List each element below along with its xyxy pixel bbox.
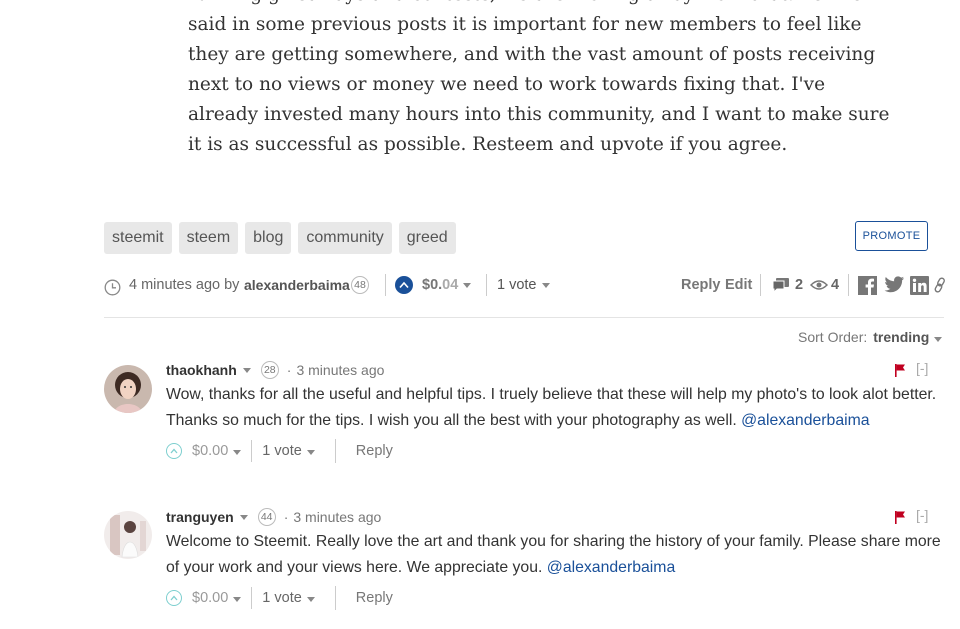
- chevron-down-icon: [233, 597, 242, 602]
- section-divider: [104, 317, 944, 318]
- payout-dropdown[interactable]: $0.00: [192, 443, 242, 459]
- flag-icon[interactable]: [894, 364, 906, 382]
- post-body-line: next to no views or money we need to wor…: [188, 74, 826, 95]
- divider: [486, 274, 487, 296]
- upvote-button[interactable]: [166, 443, 182, 459]
- chevron-down-icon: [934, 337, 943, 342]
- comment-footer: $0.00 1 vote Reply: [166, 439, 393, 463]
- comment-time[interactable]: 3 minutes ago: [293, 509, 381, 525]
- mention-link[interactable]: @alexanderbaima: [741, 412, 869, 429]
- facebook-icon[interactable]: [858, 273, 877, 297]
- comment: tranguyen 44 · 3 minutes ago [-] Welcome…: [104, 505, 949, 615]
- chevron-down-icon: [541, 282, 550, 288]
- linkedin-icon[interactable]: [910, 273, 929, 297]
- tag-blog[interactable]: blog: [245, 222, 292, 254]
- payout-value: $0.00: [192, 590, 229, 606]
- comment-footer: $0.00 1 vote Reply: [166, 586, 393, 610]
- reputation-badge: 48: [351, 276, 369, 294]
- post-meta-row: 4 minutes ago by alexanderbaima 48 $0. 04…: [104, 273, 950, 297]
- divider: [334, 439, 336, 463]
- comment: thaokhanh 28 · 3 minutes ago [-] Wow, th…: [104, 358, 949, 468]
- chevron-down-icon: [306, 450, 315, 455]
- upvote-button[interactable]: [166, 590, 182, 606]
- votes-dropdown[interactable]: 1 vote: [262, 590, 315, 606]
- collapse-button[interactable]: [-]: [916, 507, 928, 523]
- divider: [385, 274, 386, 296]
- comment-body: Welcome to Steemit. Really love the art …: [166, 529, 956, 580]
- vote-count: 1 vote: [497, 277, 537, 293]
- view-count: 4: [831, 277, 840, 293]
- post-body-line: they are getting somewhere, and with the…: [188, 44, 876, 65]
- comment-author-link[interactable]: thaokhanh: [166, 362, 237, 378]
- divider: [848, 274, 849, 296]
- chevron-up-icon: [395, 276, 413, 294]
- post-body-line: it is as successful as possible. Resteem…: [188, 134, 788, 155]
- tag-community[interactable]: community: [298, 222, 392, 254]
- chevron-down-icon: [463, 282, 472, 288]
- sort-value: trending: [873, 329, 930, 345]
- comment-count: 2: [795, 277, 804, 293]
- reputation-badge: 44: [257, 508, 276, 526]
- payout-dropdown[interactable]: $0.00: [192, 590, 242, 606]
- promote-button[interactable]: PROMOTE: [855, 221, 928, 251]
- sort-dropdown[interactable]: trending: [873, 329, 943, 345]
- votes-dropdown[interactable]: 1 vote: [262, 443, 315, 459]
- reply-button[interactable]: Reply: [356, 443, 393, 459]
- comment-body: Wow, thanks for all the useful and helpf…: [166, 382, 950, 433]
- sort-order: Sort Order: trending: [798, 329, 943, 345]
- sort-label: Sort Order:: [798, 329, 868, 345]
- chevron-down-icon[interactable]: [242, 367, 251, 373]
- post-body-line: already invested many hours into this co…: [188, 104, 890, 125]
- tag-steem[interactable]: steem: [178, 222, 239, 254]
- payout-value: $0.: [422, 277, 443, 293]
- post-body: running giveaways and contests, we are m…: [188, 0, 890, 160]
- tag-greed[interactable]: greed: [398, 222, 456, 254]
- edit-button[interactable]: Edit: [725, 273, 752, 297]
- clock-icon: [104, 275, 121, 299]
- post-body-line: said in some previous posts it is import…: [188, 14, 862, 35]
- divider: [251, 587, 253, 609]
- twitter-icon[interactable]: [884, 273, 905, 297]
- separator-dot: ·: [283, 509, 289, 525]
- chevron-down-icon[interactable]: [239, 514, 248, 520]
- comments-icon: [772, 273, 790, 297]
- upvote-button[interactable]: [395, 273, 413, 297]
- comment-header: tranguyen 44 · 3 minutes ago: [166, 505, 381, 529]
- vote-count: 1 vote: [262, 443, 302, 459]
- payout-dropdown[interactable]: $0. 04: [422, 273, 472, 297]
- tag-steemit[interactable]: steemit: [104, 222, 172, 254]
- divider: [760, 274, 761, 296]
- comment-header: thaokhanh 28 · 3 minutes ago: [166, 358, 384, 382]
- divider: [334, 586, 336, 610]
- reply-button[interactable]: Reply: [356, 590, 393, 606]
- chevron-down-icon: [233, 450, 242, 455]
- chevron-down-icon: [306, 597, 315, 602]
- eye-icon: [810, 273, 828, 297]
- separator-dot: ·: [286, 362, 292, 378]
- link-icon[interactable]: [933, 273, 947, 297]
- reply-button[interactable]: Reply: [681, 273, 721, 297]
- comment-author-link[interactable]: tranguyen: [166, 509, 234, 525]
- payout-decimals: 04: [442, 277, 459, 293]
- post-body-line: running giveaways and contests, we are m…: [188, 0, 868, 10]
- flag-icon[interactable]: [894, 511, 906, 529]
- post-time: 4 minutes ago by: [129, 277, 240, 293]
- payout-value: $0.00: [192, 443, 229, 459]
- avatar[interactable]: [104, 511, 152, 559]
- mention-link[interactable]: @alexanderbaima: [547, 559, 675, 576]
- tag-list: steemit steem blog community greed: [104, 222, 456, 254]
- votes-dropdown[interactable]: 1 vote: [497, 273, 550, 297]
- collapse-button[interactable]: [-]: [916, 360, 928, 376]
- comment-time[interactable]: 3 minutes ago: [296, 362, 384, 378]
- divider: [251, 440, 253, 462]
- vote-count: 1 vote: [262, 590, 302, 606]
- avatar[interactable]: [104, 365, 152, 413]
- reputation-badge: 28: [260, 361, 279, 379]
- post-author-link[interactable]: alexanderbaima: [244, 273, 350, 297]
